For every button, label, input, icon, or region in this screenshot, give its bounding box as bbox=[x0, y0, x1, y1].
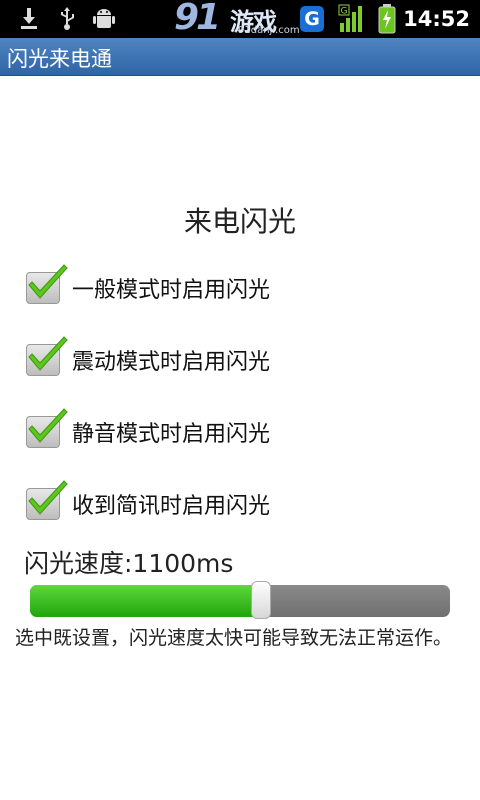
download-icon bbox=[18, 6, 40, 34]
watermark-number: 91 bbox=[174, 0, 221, 38]
clock: 14:52 bbox=[403, 7, 470, 31]
signal-type-label: G bbox=[341, 7, 348, 17]
hint-text: 选中既设置，闪光速度太快可能导致无法正常运作。 bbox=[15, 627, 453, 649]
android-icon bbox=[92, 6, 116, 36]
page-heading: 来电闪光 bbox=[183, 205, 296, 238]
battery-charging-icon bbox=[378, 4, 396, 38]
option-label: 静音模式时启用闪光 bbox=[72, 422, 271, 447]
watermark-url: 91danji.com bbox=[238, 25, 300, 36]
app-title-bar: 闪光来电通 bbox=[0, 38, 480, 76]
checkmark-icon bbox=[28, 264, 68, 299]
g-badge-icon: G bbox=[300, 6, 324, 32]
usb-icon bbox=[56, 6, 78, 36]
option-label: 收到简讯时启用闪光 bbox=[72, 494, 271, 519]
checkmark-icon bbox=[28, 336, 68, 371]
option-label: 震动模式时启用闪光 bbox=[72, 350, 271, 375]
slider-fill bbox=[30, 585, 261, 617]
signal-icon: G bbox=[338, 3, 366, 37]
checkmark-icon bbox=[28, 480, 68, 515]
app-title: 闪光来电通 bbox=[7, 47, 112, 71]
option-label: 一般模式时启用闪光 bbox=[72, 278, 271, 303]
flash-speed-label: 闪光速度:1100ms bbox=[24, 549, 234, 578]
slider-thumb[interactable] bbox=[251, 581, 271, 619]
status-bar: 91 游戏 91danji.com G G 14:52 bbox=[0, 0, 480, 38]
checkmark-icon bbox=[28, 408, 68, 443]
flash-speed-slider[interactable] bbox=[30, 581, 450, 619]
